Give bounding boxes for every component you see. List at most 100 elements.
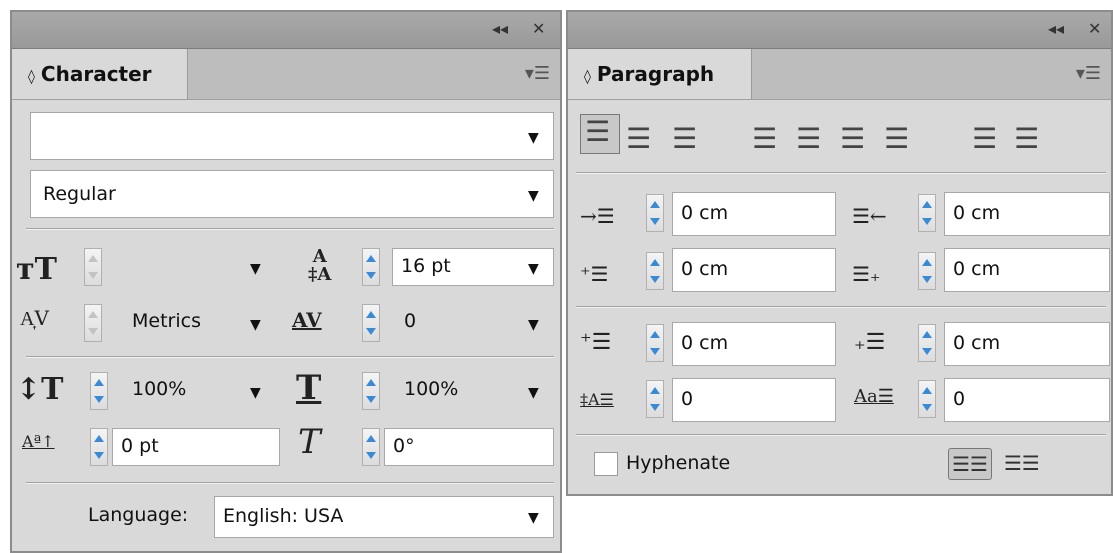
panel-menu-icon[interactable]: ▾☰ (525, 63, 550, 84)
tab-toggle-icon: ◊ (28, 69, 35, 85)
font-size-dropdown-icon[interactable]: ▼ (250, 261, 261, 277)
justify-all-icon[interactable]: ☰ (884, 122, 909, 155)
tracking-icon: AV (292, 308, 322, 332)
right-indent-field[interactable]: 0 cm (944, 192, 1110, 236)
vertical-scale-icon: ↕T (16, 372, 64, 407)
skew-icon: T (298, 422, 321, 462)
drop-cap-lines-value: 0 (681, 388, 694, 410)
kerning-value: Metrics (132, 310, 201, 332)
language-dropdown-icon[interactable]: ▼ (528, 510, 539, 526)
font-style-dropdown-icon[interactable]: ▼ (528, 188, 539, 204)
justify-left-icon[interactable]: ☰ (752, 122, 777, 155)
drop-cap-lines-stepper[interactable] (646, 380, 664, 418)
tracking-dropdown-icon[interactable]: ▼ (528, 317, 539, 333)
left-indent-value: 0 cm (681, 202, 729, 224)
drop-cap-chars-value: 0 (953, 388, 966, 410)
tab-paragraph-label: Paragraph (596, 62, 715, 86)
kerning-icon: A͎V (20, 306, 49, 330)
align-left-icon: ☰ (585, 115, 611, 148)
font-family-field[interactable] (30, 112, 554, 160)
horizontal-scale-stepper[interactable] (362, 372, 380, 410)
drop-cap-chars-stepper[interactable] (918, 380, 936, 418)
panel-menu-icon[interactable]: ▾☰ (1076, 63, 1101, 84)
every-line-composer-icon[interactable]: ☰☰ (1004, 448, 1040, 478)
font-family-dropdown-icon[interactable]: ▼ (528, 130, 539, 146)
hyphenate-label: Hyphenate (626, 452, 731, 474)
baseline-shift-icon: Aª↑ (22, 432, 55, 451)
justify-center-icon[interactable]: ☰ (796, 122, 821, 155)
font-style-field[interactable]: Regular (30, 170, 554, 218)
paragraph-tab-row: ◊ Paragraph ▾☰ (568, 49, 1111, 100)
drop-cap-chars-icon: Aa☰ (854, 386, 894, 407)
baseline-shift-field[interactable]: 0 pt (112, 428, 280, 466)
hyphenate-checkbox[interactable] (594, 452, 618, 476)
first-line-indent-icon: ⁺☰ (580, 262, 609, 286)
divider (576, 172, 1106, 174)
drop-cap-chars-field[interactable]: 0 (944, 378, 1110, 422)
collapse-icon[interactable]: ◂◂ (492, 19, 508, 38)
first-line-indent-value: 0 cm (681, 258, 729, 280)
drop-cap-lines-field[interactable]: 0 (672, 378, 836, 422)
align-right-icon[interactable]: ☰ (672, 122, 697, 155)
kerning-dropdown-icon[interactable]: ▼ (250, 317, 261, 333)
space-before-field[interactable]: 0 cm (672, 322, 836, 366)
baseline-shift-stepper[interactable] (90, 428, 108, 466)
divider (26, 482, 554, 484)
divider (26, 228, 554, 230)
leading-stepper[interactable] (362, 248, 380, 286)
first-line-indent-stepper[interactable] (646, 252, 664, 290)
character-panel: ◂◂ ✕ ◊ Character ▾☰ ▼ Regular ▼ ᴛT ▼ A ‡A … (10, 10, 562, 553)
space-after-stepper[interactable] (918, 324, 936, 362)
vertical-scale-dropdown-icon[interactable]: ▼ (250, 385, 261, 401)
character-titlebar[interactable]: ◂◂ ✕ (12, 12, 560, 49)
align-away-from-spine-icon[interactable]: ☰ (1014, 122, 1039, 155)
kerning-stepper[interactable] (84, 304, 102, 342)
tab-paragraph[interactable]: ◊ Paragraph (568, 49, 752, 99)
space-before-stepper[interactable] (646, 324, 664, 362)
leading-dropdown-icon[interactable]: ▼ (528, 261, 539, 277)
paragraph-panel: ◂◂ ✕ ◊ Paragraph ▾☰ ☰ ☰ ☰ ☰ ☰ ☰ ☰ ☰ ☰ →☰ … (566, 10, 1113, 496)
align-center-icon[interactable]: ☰ (626, 122, 651, 155)
font-size-icon: ᴛT (16, 252, 57, 287)
vertical-scale-value: 100% (132, 378, 187, 400)
last-line-indent-value: 0 cm (953, 258, 1001, 280)
vertical-scale-stepper[interactable] (90, 372, 108, 410)
right-indent-stepper[interactable] (918, 194, 936, 232)
language-label: Language: (88, 504, 189, 526)
last-line-indent-stepper[interactable] (918, 252, 936, 290)
collapse-icon[interactable]: ◂◂ (1048, 19, 1064, 38)
last-line-indent-field[interactable]: 0 cm (944, 248, 1110, 292)
font-size-stepper[interactable] (84, 248, 102, 286)
right-indent-icon: ☰← (852, 204, 887, 228)
align-toward-spine-icon[interactable]: ☰ (972, 122, 997, 155)
divider (26, 356, 554, 358)
leading-icon: A ‡A (308, 246, 332, 285)
tracking-value: 0 (404, 310, 417, 332)
skew-stepper[interactable] (362, 428, 380, 466)
tracking-stepper[interactable] (362, 304, 380, 342)
align-left-button[interactable]: ☰ (580, 114, 620, 154)
horizontal-scale-dropdown-icon[interactable]: ▼ (528, 385, 539, 401)
font-style-value: Regular (43, 183, 116, 205)
single-line-composer-icon: ☰☰ (952, 452, 988, 476)
space-after-field[interactable]: 0 cm (944, 322, 1110, 366)
divider (576, 434, 1106, 436)
horizontal-scale-icon: T (296, 368, 322, 408)
horizontal-scale-value: 100% (404, 378, 459, 400)
language-field[interactable]: English: USA (214, 496, 554, 538)
skew-value: 0° (393, 435, 415, 457)
justify-right-icon[interactable]: ☰ (840, 122, 865, 155)
paragraph-titlebar[interactable]: ◂◂ ✕ (568, 12, 1111, 49)
left-indent-stepper[interactable] (646, 194, 664, 232)
single-line-composer-button[interactable]: ☰☰ (948, 448, 992, 480)
skew-field[interactable]: 0° (384, 428, 554, 466)
space-after-icon: ₊☰ (854, 330, 886, 355)
language-value: English: USA (223, 505, 344, 527)
close-icon[interactable]: ✕ (1088, 19, 1101, 38)
left-indent-field[interactable]: 0 cm (672, 192, 836, 236)
tab-toggle-icon: ◊ (584, 69, 591, 85)
close-icon[interactable]: ✕ (532, 19, 545, 38)
tab-character[interactable]: ◊ Character (12, 49, 188, 99)
divider (576, 306, 1106, 308)
first-line-indent-field[interactable]: 0 cm (672, 248, 836, 292)
